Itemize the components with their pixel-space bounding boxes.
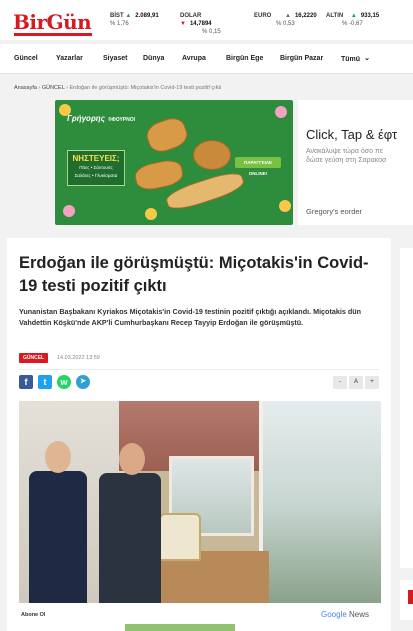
flower-decoration [145,208,157,220]
ad-headline: ΝΗΣΤΕΥΕΙΣ; [72,154,120,163]
logo-underline [14,33,92,36]
ad-brand-small: ®ΦΟΥΡΝΟΙ [107,117,136,123]
site-logo[interactable]: BirGün [13,10,92,34]
nav-item-avrupa[interactable]: Avrupa [182,55,206,62]
photo-window-large [259,401,381,603]
person-right [99,473,161,603]
subscribe-link[interactable]: Abone Ol [21,612,45,618]
twitter-share-icon[interactable]: t [38,375,52,389]
ad-subline: Πίτες • Σάντουιτς [79,165,113,170]
ticker-change: % 0,15 [202,29,221,35]
ad-offer-box: ΝΗΣΤΕΥΕΙΣ; Πίτες • Σάντουιτς Σαλάτες • Γ… [67,150,125,186]
logo-prefix: Bir [13,10,47,34]
main-nav: Güncel Yazarlar Siyaset Dünya Avrupa Bir… [0,44,413,74]
sidebar-column [400,248,413,568]
ad-subline: Σαλάτες • Γλυκίσματα [74,173,118,178]
arrow-down-icon: ▼ [180,21,186,27]
ticker-name: BİST [110,13,124,19]
whatsapp-share-icon[interactable]: w [57,375,71,389]
nav-item-guncel[interactable]: Güncel [14,55,38,62]
ad-brand-name: Γρήγορης [67,114,105,123]
nav-more-label: Tümü [341,56,361,63]
ad-brand: Γρήγορης ®ΦΟΥΡΝΟΙ [67,114,135,123]
breadcrumb: Anasayfa › GÜNCEL › Erdoğan ile görüşmüş… [14,85,222,91]
nav-item-birgun-pazar[interactable]: Birgün Pazar [280,55,323,62]
ticker-value: 2.089,91 [135,13,159,19]
logo-suffix: Gün [46,10,92,34]
ad-banner-left[interactable]: Γρήγορης ®ΦΟΥΡΝΟΙ ΝΗΣΤΕΥΕΙΣ; Πίτες • Σάντ… [55,100,293,225]
koulouri-image [193,140,231,170]
publish-date: 14.03.2022 13:59 [57,355,100,361]
ticker-euro[interactable]: EURO ▲ 16,2220 % 0,53 [254,12,317,28]
google-news-badge[interactable]: Google News [321,610,369,619]
ticker-change: % -0,67 [342,21,363,27]
ticker-name: EURO [254,13,272,19]
person-left-head [45,441,71,473]
ticker-change: % 0,53 [276,21,295,27]
ticker-value: 14,7894 [189,21,212,27]
ticker-dolar[interactable]: DOLAR ▼ 14,7894 % 0,15 [180,12,221,36]
article-photo[interactable] [19,401,381,603]
nav-item-yazarlar[interactable]: Yazarlar [56,55,83,62]
facebook-share-icon[interactable]: f [19,375,33,389]
ticker-value: 16,2220 [294,13,317,19]
ticker-value: 933,15 [360,13,380,19]
pastry-image [143,114,191,156]
ticker-bist[interactable]: BİST ▲ 2.089,91 % 1,76 [110,12,159,28]
article-card: Erdoğan ile görüşmüştü: Miçotakis'in Cov… [7,238,391,631]
ad-title: Click, Tap & έφτ [306,127,398,142]
google-news-label: News [346,610,370,619]
flower-decoration [63,205,75,217]
ad-footer: Gregory's eorder [306,207,363,216]
ad-subtitle-line: Ανακάλυψε τώρα όσο πε [306,148,383,155]
pastry-image [132,157,186,193]
google-news-logo-text: Google [321,610,347,619]
nav-item-dunya[interactable]: Dünya [143,55,164,62]
chevron-down-icon: ⌄ [364,55,370,62]
ad-subtitle-line: δώσε γεύση στη Σαρακοσ [306,157,387,164]
nav-item-siyaset[interactable]: Siyaset [103,55,128,62]
page: BirGün BİST ▲ 2.089,91 % 1,76 DOLAR ▼ 14,7… [0,0,413,631]
ad-subtitle: Ανακάλυψε τώρα όσο πε δώσε γεύση στη Σαρα… [306,147,386,165]
person-right-head [119,443,145,475]
ticker-name: ALTIN [326,13,344,19]
font-reset-button[interactable]: A [349,376,363,389]
telegram-share-icon[interactable]: ➤ [76,375,90,389]
photo-chair [159,513,201,561]
breadcrumb-home[interactable]: Anasayfa [14,85,37,91]
article-title: Erdoğan ile görüşmüştü: Miçotakis'in Cov… [19,254,369,295]
arrow-up-icon: ▲ [285,13,291,19]
ticker-name: DOLAR [180,13,202,19]
sidebar-accent [408,590,413,604]
nav-item-birgun-ege[interactable]: Birgün Ege [226,55,263,62]
article-lead: Yunanistan Başbakanı Kyriakos Miçotakis'… [19,307,361,327]
category-tag[interactable]: GÜNCEL [19,353,49,363]
flower-decoration [279,200,291,212]
arrow-up-icon: ▲ [350,13,357,19]
person-left [29,471,87,603]
font-increase-button[interactable]: + [365,376,379,389]
bottom-ad-strip[interactable] [125,624,235,631]
ticker-altin[interactable]: ALTIN ▲ 933,15 % -0,67 [326,12,379,28]
ad-banner-right[interactable]: Click, Tap & έφτ Ανακάλυψε τώρα όσο πε δώ… [298,100,413,225]
flower-decoration [275,106,287,118]
sidebar-widget [400,580,413,620]
ticker-change: % 1,76 [110,21,129,27]
nav-item-more[interactable]: Tümü ⌄ [341,55,370,63]
font-decrease-button[interactable]: - [333,376,347,389]
top-bar: BirGün BİST ▲ 2.089,91 % 1,76 DOLAR ▼ 14,7… [0,0,413,40]
arrow-up-icon: ▲ [125,13,132,19]
breadcrumb-section[interactable]: GÜNCEL [42,85,65,91]
divider [19,369,379,370]
ad-cta-button[interactable]: ΠΑΡΑΓΓΕΙΛΕ ONLINE! [235,157,281,176]
breadcrumb-current: Erdoğan ile görüşmüştü: Miçotakis'in Cov… [69,85,222,91]
